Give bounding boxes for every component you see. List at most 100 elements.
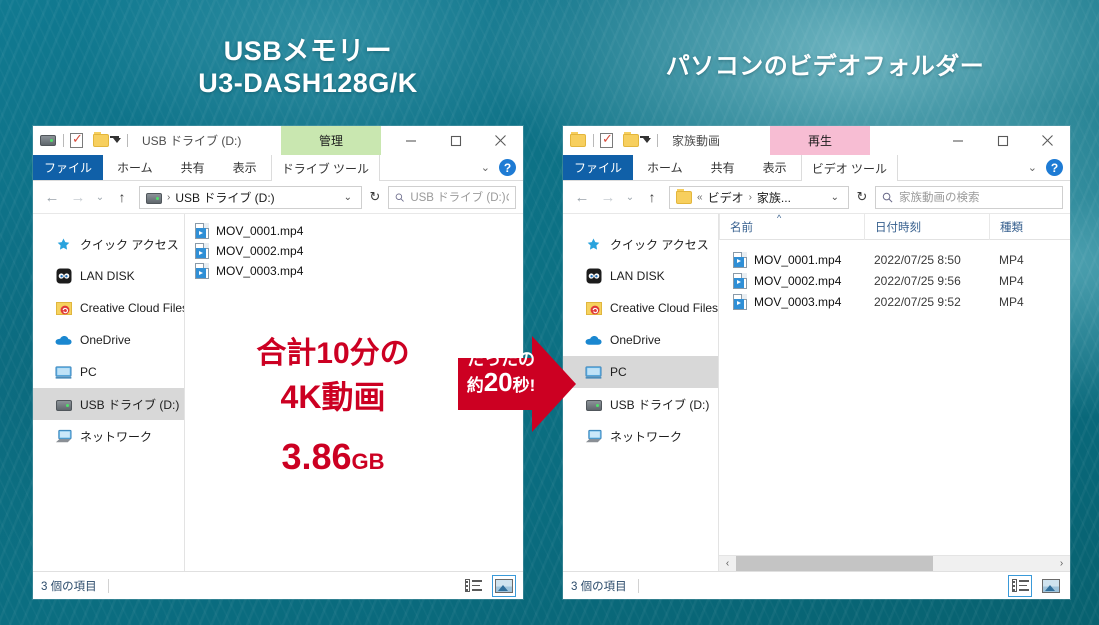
sidebar-label: Creative Cloud Files	[80, 301, 185, 315]
scrollbar-thumb[interactable]	[736, 555, 933, 571]
details-view-icon[interactable]	[462, 576, 484, 596]
sidebar-item-quick-access[interactable]: クイック アクセス	[563, 228, 718, 260]
chevron-down-icon[interactable]: ⌄	[481, 161, 490, 174]
sidebar-item-usb-drive[interactable]: USB ドライブ (D:)	[33, 388, 184, 420]
close-button[interactable]	[478, 126, 523, 155]
search-input-right[interactable]: 家族動画の検索	[899, 189, 980, 205]
ribbon-tab-view[interactable]: 表示	[219, 155, 271, 180]
up-button[interactable]: ↑	[640, 185, 664, 209]
sidebar-item-quick-access[interactable]: クイック アクセス	[33, 228, 184, 260]
column-header-name[interactable]: 名前	[719, 214, 864, 240]
thumbnail-view-icon[interactable]	[1040, 576, 1062, 596]
ribbon-tab-share[interactable]: 共有	[697, 155, 749, 180]
minimize-button[interactable]	[935, 126, 980, 155]
back-button[interactable]: ←	[570, 185, 594, 209]
ribbon-tab-view[interactable]: 表示	[749, 155, 801, 180]
star-icon	[55, 236, 72, 253]
column-header-date[interactable]: 日付時刻	[864, 214, 989, 240]
ribbon-tab-home[interactable]: ホーム	[103, 155, 167, 180]
sidebar-item-network[interactable]: ネットワーク	[563, 420, 718, 452]
drive-icon	[585, 396, 602, 413]
properties-icon[interactable]	[600, 131, 617, 149]
maximize-button[interactable]	[980, 126, 1025, 155]
cloud-icon	[585, 332, 602, 349]
divider	[107, 578, 109, 593]
sidebar-item-creative-cloud-files[interactable]: Creative Cloud Files	[33, 292, 184, 324]
file-list-pane-right[interactable]: ^ 名前 日付時刻 種類 MOV_0001.mp4 2022/07/25 8:5…	[719, 214, 1070, 571]
properties-icon[interactable]	[70, 131, 87, 149]
ribbon-tab-share[interactable]: 共有	[167, 155, 219, 180]
annotation-line-1: 合計10分の	[256, 337, 410, 370]
table-row[interactable]: MOV_0002.mp4 2022/07/25 9:56 MP4	[719, 270, 1070, 291]
list-item[interactable]: MOV_0003.mp4	[185, 261, 523, 281]
creative-cloud-icon	[585, 300, 602, 317]
breadcrumb-item-1[interactable]: 家族...	[757, 189, 791, 206]
sidebar-item-lan-disk[interactable]: LAN DISK	[33, 260, 184, 292]
file-name: MOV_0003.mp4	[216, 264, 304, 278]
list-item[interactable]: MOV_0001.mp4	[185, 221, 523, 241]
scroll-left-button[interactable]: ‹	[719, 558, 736, 569]
titlebar-left: USB ドライブ (D:) 管理	[33, 126, 523, 155]
ribbon-tab-file[interactable]: ファイル	[563, 155, 634, 180]
customize-caret-icon[interactable]	[640, 138, 651, 143]
back-button[interactable]: ←	[40, 185, 64, 209]
new-folder-icon[interactable]	[623, 133, 640, 149]
forward-button[interactable]: →	[66, 185, 90, 209]
sidebar-item-network[interactable]: ネットワーク	[33, 420, 184, 452]
sidebar-item-pc[interactable]: PC	[33, 356, 184, 388]
address-dropdown-icon[interactable]: ⌄	[339, 192, 357, 203]
context-tab-manage[interactable]: 管理	[281, 126, 381, 155]
sidebar-item-onedrive[interactable]: OneDrive	[563, 324, 718, 356]
list-item[interactable]: MOV_0002.mp4	[185, 241, 523, 261]
address-bar-right[interactable]: « ビデオ › 家族... ⌄	[669, 185, 849, 209]
table-row[interactable]: MOV_0001.mp4 2022/07/25 8:50 MP4	[719, 249, 1070, 270]
recent-locations-button[interactable]: ⌄	[92, 185, 108, 209]
chevron-down-icon[interactable]: ⌄	[1028, 161, 1037, 174]
context-tab-play[interactable]: 再生	[770, 126, 870, 155]
scrollbar-track[interactable]	[736, 555, 1053, 571]
explorer-window-family-videos[interactable]: 家族動画 再生 ファイル ホーム 共有 表示 ビデオ ツール	[563, 126, 1070, 599]
ribbon-tab-video-tools[interactable]: ビデオ ツール	[800, 155, 899, 181]
file-name: MOV_0003.mp4	[754, 294, 842, 309]
address-bar-left[interactable]: › USB ドライブ (D:) ⌄	[139, 185, 362, 209]
ribbon-tab-file[interactable]: ファイル	[33, 155, 104, 180]
breadcrumb-item-0[interactable]: USB ドライブ (D:)	[175, 189, 274, 206]
mp4-file-icon	[195, 243, 209, 259]
horizontal-scrollbar[interactable]: ‹ ›	[719, 555, 1070, 571]
window-controls-right	[935, 126, 1070, 155]
breadcrumb-item-0[interactable]: ビデオ	[708, 189, 744, 206]
search-box-right[interactable]: 家族動画の検索	[875, 185, 1063, 209]
refresh-button[interactable]: ↻	[851, 186, 873, 209]
close-button[interactable]	[1025, 126, 1070, 155]
sidebar-item-creative-cloud-files[interactable]: Creative Cloud Files	[563, 292, 718, 324]
thumbnail-view-icon[interactable]	[492, 574, 516, 597]
sidebar-item-usb-drive[interactable]: USB ドライブ (D:)	[563, 388, 718, 420]
ribbon-tab-drive-tools[interactable]: ドライブ ツール	[270, 155, 381, 181]
up-button[interactable]: ↑	[110, 185, 134, 209]
table-row[interactable]: MOV_0003.mp4 2022/07/25 9:52 MP4	[719, 291, 1070, 312]
recent-locations-button[interactable]: ⌄	[622, 185, 638, 209]
ribbon-tab-home[interactable]: ホーム	[633, 155, 697, 180]
maximize-button[interactable]	[433, 126, 478, 155]
minimize-button[interactable]	[388, 126, 433, 155]
sidebar-item-onedrive[interactable]: OneDrive	[33, 324, 184, 356]
sidebar-item-pc[interactable]: PC	[563, 356, 718, 388]
breadcrumb-overflow-icon[interactable]: «	[697, 192, 703, 203]
sidebar-label: PC	[80, 365, 97, 379]
search-input-left[interactable]: USB ドライブ (D:)の...	[410, 189, 509, 205]
refresh-button[interactable]: ↻	[364, 186, 386, 209]
details-view-icon[interactable]	[1008, 574, 1032, 597]
address-dropdown-icon[interactable]: ⌄	[826, 192, 844, 203]
forward-button[interactable]: →	[596, 185, 620, 209]
sidebar-label: クイック アクセス	[80, 237, 179, 252]
scroll-right-button[interactable]: ›	[1053, 558, 1070, 569]
ribbon-tabs-left: ファイル ホーム 共有 表示 ドライブ ツール ⌄ ?	[33, 155, 523, 181]
help-icon[interactable]: ?	[1046, 159, 1063, 176]
column-header-type[interactable]: 種類	[989, 214, 1069, 240]
drive-icon	[40, 133, 57, 149]
new-folder-icon[interactable]	[93, 133, 110, 149]
sidebar-item-lan-disk[interactable]: LAN DISK	[563, 260, 718, 292]
help-icon[interactable]: ?	[499, 159, 516, 176]
search-box-left[interactable]: USB ドライブ (D:)の...	[388, 185, 516, 209]
customize-caret-icon[interactable]	[110, 138, 121, 143]
